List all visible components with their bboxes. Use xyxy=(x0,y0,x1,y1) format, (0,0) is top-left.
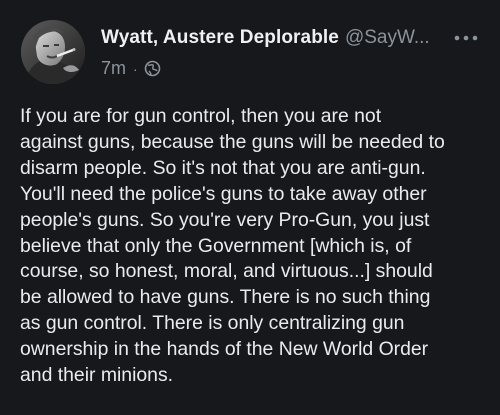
meta-separator: · xyxy=(133,60,138,77)
post-line: as gun control. There is only centralizi… xyxy=(20,312,405,335)
post-meta: 7m · xyxy=(101,58,161,79)
globe-icon xyxy=(144,60,161,77)
post-line: You'll need the police's guns to take aw… xyxy=(20,182,427,205)
post-header: Wyatt, Austere Deplorable @SayW... xyxy=(101,27,461,49)
post-line: course, so honest, moral, and virtuous..… xyxy=(20,260,433,283)
more-options-icon[interactable] xyxy=(453,31,479,45)
post-body: If you are for gun control, then you are… xyxy=(20,104,488,389)
user-photo-icon xyxy=(21,20,85,84)
post-line: and their minions. xyxy=(20,364,174,387)
post-line: be allowed to have guns. There is no suc… xyxy=(20,286,431,309)
display-name[interactable]: Wyatt, Austere Deplorable xyxy=(101,27,339,48)
post-line: against guns, because the guns will be n… xyxy=(20,130,445,153)
post-line: believe that only the Government [which … xyxy=(20,234,412,257)
user-handle[interactable]: @SayW... xyxy=(345,27,430,48)
post-line: people's guns. So you're very Pro-Gun, y… xyxy=(20,208,430,231)
timestamp[interactable]: 7m xyxy=(101,58,126,79)
post-card: Wyatt, Austere Deplorable @SayW... 7m · I… xyxy=(0,0,500,415)
post-line: If you are for gun control, then you are… xyxy=(20,105,382,127)
post-line: disarm people. So it's not that you are … xyxy=(20,156,426,179)
avatar[interactable] xyxy=(21,20,85,84)
post-line: ownership in the hands of the New World … xyxy=(20,338,429,361)
